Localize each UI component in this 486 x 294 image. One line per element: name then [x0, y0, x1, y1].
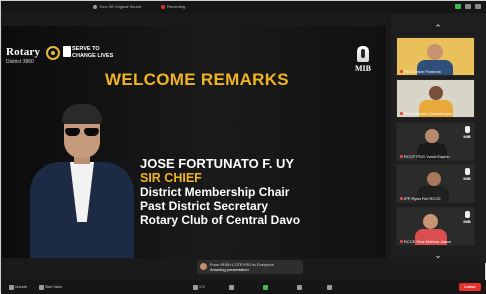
sound-icon [93, 4, 97, 9]
view-icon[interactable] [465, 4, 471, 9]
record-dot-icon [161, 4, 165, 9]
share-screen-button[interactable] [263, 284, 268, 290]
fullscreen-icon[interactable] [475, 4, 481, 9]
original-sound-label: Turn Off Original Sound [99, 4, 142, 9]
district-label: District 3860 [6, 59, 34, 65]
speaker-nickname: SIR CHIEF [140, 171, 202, 185]
original-sound-toggle[interactable]: Turn Off Original Sound [93, 4, 141, 9]
participant-tile[interactable]: MIB IPP Ryan Fiel RCCE [396, 164, 475, 203]
rotary-wheel-icon [46, 46, 60, 60]
unmute-button[interactable]: Unmute [9, 284, 27, 290]
participant-tile[interactable]: MIB RCCP PDG Yvard Espino [396, 122, 475, 161]
participant-name: Pres Michael Chehelmeyer [400, 111, 452, 116]
mic-muted-icon [400, 240, 403, 243]
rotary-name: Rotary [6, 46, 41, 58]
leave-button[interactable]: Leave [459, 283, 481, 291]
reactions-icon [327, 284, 332, 290]
reactions-button[interactable] [327, 284, 332, 290]
bio-line-1: District Membership Chair [140, 185, 290, 199]
slide-title: WELCOME REMARKS [105, 70, 289, 89]
mic-muted-icon [400, 70, 403, 73]
record-icon [297, 284, 302, 290]
mib-logo: MIB [346, 46, 380, 73]
chat-icon [229, 284, 234, 290]
chat-notification[interactable]: From IRISH LOTEYRO to Everyone Amazing p… [197, 260, 303, 274]
serve-line-2: CHANGE LIVES [72, 52, 114, 59]
mic-muted-icon [400, 155, 403, 158]
chevron-down-icon[interactable]: ⌄ [433, 251, 443, 260]
participant-name: RCCP PDG Yvard Espino [400, 154, 450, 159]
zoom-window: Turn Off Original Sound Recording Rotary… [0, 0, 486, 294]
participant-tile[interactable]: MIB RCCE Pres Melissa Jason [396, 207, 475, 246]
participants-icon [193, 284, 198, 290]
record-button[interactable] [297, 284, 302, 290]
mic-muted-icon [400, 197, 403, 200]
shared-slide: Rotary District 3860 SERVE TO CHANGE LIV… [2, 26, 386, 258]
participant-tile[interactable]: PDG Anton Florendo [396, 37, 475, 76]
recording-label: Recording [167, 4, 186, 9]
window-controls [455, 4, 481, 9]
participants-button[interactable]: 172 [193, 284, 205, 290]
mib-emblem-icon [357, 46, 369, 62]
chat-button[interactable] [229, 284, 234, 290]
bio-line-2: Past District Secretary [140, 199, 269, 213]
bio-line-3: Rotary Club of Central Davo [140, 213, 301, 227]
serve-badge-icon [63, 46, 71, 57]
serve-to-change-lives: SERVE TO CHANGE LIVES [72, 46, 113, 59]
recording-indicator[interactable]: Recording [161, 4, 185, 9]
participant-name: IPP Ryan Fiel RCCE [400, 196, 441, 201]
shield-icon[interactable] [455, 4, 461, 9]
mib-label: MIB [355, 64, 371, 73]
mib-badge-icon: MIB [462, 126, 472, 139]
meeting-toolbar: Unmute Start Video 172 Leave [1, 280, 486, 294]
chevron-up-icon[interactable]: ⌃ [433, 24, 443, 33]
top-status-bar: Turn Off Original Sound Recording [1, 1, 486, 13]
share-screen-icon [263, 284, 268, 290]
participant-name: PDG Anton Florendo [400, 69, 441, 74]
participant-name: RCCE Pres Melissa Jason [400, 239, 451, 244]
rotary-logo: Rotary District 3860 [6, 46, 40, 65]
microphone-icon [9, 284, 14, 290]
mib-badge-icon: MIB [462, 211, 472, 224]
chat-message: Amazing presentation [210, 267, 249, 272]
participant-tile[interactable]: Pres Michael Chehelmeyer [396, 79, 475, 118]
speaker-bio: JOSE FORTUNATO F. UY SIR CHIEF District … [140, 156, 301, 228]
sunglasses [63, 128, 101, 136]
mib-badge-icon: MIB [462, 168, 472, 181]
video-camera-icon [39, 284, 44, 290]
start-video-button[interactable]: Start Video [39, 284, 62, 290]
mic-muted-icon [400, 112, 403, 115]
speaker-name: JOSE FORTUNATO F. UY [140, 156, 295, 171]
speaker-photo [30, 104, 134, 258]
avatar [200, 263, 207, 270]
